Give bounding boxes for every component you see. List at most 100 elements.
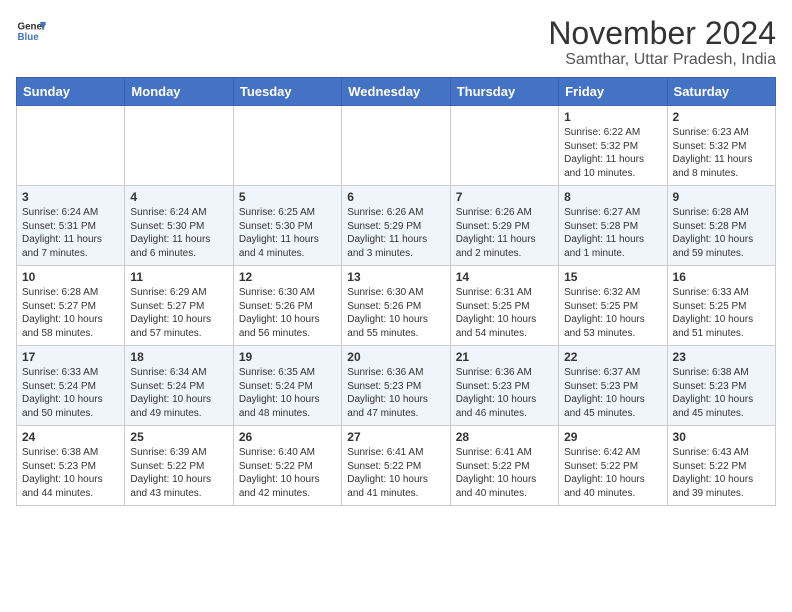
calendar-cell: 8 Sunrise: 6:27 AM Sunset: 5:28 PM Daylig…	[559, 186, 667, 266]
day-info: Sunrise: 6:29 AM Sunset: 5:27 PM Dayligh…	[130, 286, 227, 340]
week-row-2: 3 Sunrise: 6:24 AM Sunset: 5:31 PM Daylig…	[17, 186, 776, 266]
calendar-cell: 26 Sunrise: 6:40 AM Sunset: 5:22 PM Dayli…	[233, 426, 341, 506]
day-number: 3	[22, 190, 119, 204]
day-info: Sunrise: 6:26 AM Sunset: 5:29 PM Dayligh…	[456, 206, 553, 260]
day-info: Sunrise: 6:39 AM Sunset: 5:22 PM Dayligh…	[130, 446, 227, 500]
calendar-cell: 25 Sunrise: 6:39 AM Sunset: 5:22 PM Dayli…	[125, 426, 233, 506]
day-info: Sunrise: 6:42 AM Sunset: 5:22 PM Dayligh…	[564, 446, 661, 500]
weekday-header-sunday: Sunday	[17, 78, 125, 106]
day-info: Sunrise: 6:41 AM Sunset: 5:22 PM Dayligh…	[347, 446, 444, 500]
calendar-cell	[342, 106, 450, 186]
calendar-subtitle: Samthar, Uttar Pradesh, India	[548, 51, 776, 69]
calendar-table: SundayMondayTuesdayWednesdayThursdayFrid…	[16, 77, 776, 506]
day-info: Sunrise: 6:35 AM Sunset: 5:24 PM Dayligh…	[239, 366, 336, 420]
day-info: Sunrise: 6:38 AM Sunset: 5:23 PM Dayligh…	[673, 366, 770, 420]
calendar-cell: 3 Sunrise: 6:24 AM Sunset: 5:31 PM Daylig…	[17, 186, 125, 266]
calendar-cell: 30 Sunrise: 6:43 AM Sunset: 5:22 PM Dayli…	[667, 426, 775, 506]
calendar-cell: 2 Sunrise: 6:23 AM Sunset: 5:32 PM Daylig…	[667, 106, 775, 186]
weekday-header-saturday: Saturday	[667, 78, 775, 106]
day-info: Sunrise: 6:40 AM Sunset: 5:22 PM Dayligh…	[239, 446, 336, 500]
calendar-cell: 17 Sunrise: 6:33 AM Sunset: 5:24 PM Dayli…	[17, 346, 125, 426]
day-info: Sunrise: 6:38 AM Sunset: 5:23 PM Dayligh…	[22, 446, 119, 500]
weekday-header-thursday: Thursday	[450, 78, 558, 106]
calendar-cell: 13 Sunrise: 6:30 AM Sunset: 5:26 PM Dayli…	[342, 266, 450, 346]
day-info: Sunrise: 6:28 AM Sunset: 5:28 PM Dayligh…	[673, 206, 770, 260]
calendar-cell: 11Sunrise: 6:29 AM Sunset: 5:27 PM Dayli…	[125, 266, 233, 346]
day-info: Sunrise: 6:43 AM Sunset: 5:22 PM Dayligh…	[673, 446, 770, 500]
day-number: 29	[564, 430, 661, 444]
day-info: Sunrise: 6:41 AM Sunset: 5:22 PM Dayligh…	[456, 446, 553, 500]
calendar-cell: 29 Sunrise: 6:42 AM Sunset: 5:22 PM Dayli…	[559, 426, 667, 506]
calendar-cell	[233, 106, 341, 186]
day-info: Sunrise: 6:36 AM Sunset: 5:23 PM Dayligh…	[456, 366, 553, 420]
day-number: 15	[564, 270, 661, 284]
day-number: 6	[347, 190, 444, 204]
calendar-title: November 2024	[548, 16, 776, 51]
day-info: Sunrise: 6:33 AM Sunset: 5:25 PM Dayligh…	[673, 286, 770, 340]
day-info: Sunrise: 6:25 AM Sunset: 5:30 PM Dayligh…	[239, 206, 336, 260]
day-info: Sunrise: 6:37 AM Sunset: 5:23 PM Dayligh…	[564, 366, 661, 420]
calendar-cell: 16 Sunrise: 6:33 AM Sunset: 5:25 PM Dayli…	[667, 266, 775, 346]
day-number: 17	[22, 350, 119, 364]
day-number: 19	[239, 350, 336, 364]
day-number: 27	[347, 430, 444, 444]
day-number: 8	[564, 190, 661, 204]
day-number: 18	[130, 350, 227, 364]
calendar-cell: 18Sunrise: 6:34 AM Sunset: 5:24 PM Dayli…	[125, 346, 233, 426]
calendar-cell: 23Sunrise: 6:38 AM Sunset: 5:23 PM Dayli…	[667, 346, 775, 426]
calendar-cell: 28 Sunrise: 6:41 AM Sunset: 5:22 PM Dayli…	[450, 426, 558, 506]
calendar-cell: 10Sunrise: 6:28 AM Sunset: 5:27 PM Dayli…	[17, 266, 125, 346]
day-info: Sunrise: 6:36 AM Sunset: 5:23 PM Dayligh…	[347, 366, 444, 420]
day-number: 1	[564, 110, 661, 124]
day-number: 13	[347, 270, 444, 284]
week-row-3: 10Sunrise: 6:28 AM Sunset: 5:27 PM Dayli…	[17, 266, 776, 346]
calendar-cell: 5 Sunrise: 6:25 AM Sunset: 5:30 PM Daylig…	[233, 186, 341, 266]
day-number: 28	[456, 430, 553, 444]
calendar-cell: 15 Sunrise: 6:32 AM Sunset: 5:25 PM Dayli…	[559, 266, 667, 346]
weekday-header-tuesday: Tuesday	[233, 78, 341, 106]
day-number: 9	[673, 190, 770, 204]
calendar-cell: 20Sunrise: 6:36 AM Sunset: 5:23 PM Dayli…	[342, 346, 450, 426]
calendar-cell: 6 Sunrise: 6:26 AM Sunset: 5:29 PM Daylig…	[342, 186, 450, 266]
day-info: Sunrise: 6:32 AM Sunset: 5:25 PM Dayligh…	[564, 286, 661, 340]
calendar-cell: 22 Sunrise: 6:37 AM Sunset: 5:23 PM Dayli…	[559, 346, 667, 426]
calendar-cell: 27 Sunrise: 6:41 AM Sunset: 5:22 PM Dayli…	[342, 426, 450, 506]
calendar-cell: 1Sunrise: 6:22 AM Sunset: 5:32 PM Daylig…	[559, 106, 667, 186]
day-info: Sunrise: 6:30 AM Sunset: 5:26 PM Dayligh…	[239, 286, 336, 340]
day-number: 16	[673, 270, 770, 284]
week-row-4: 17 Sunrise: 6:33 AM Sunset: 5:24 PM Dayli…	[17, 346, 776, 426]
day-number: 7	[456, 190, 553, 204]
day-number: 5	[239, 190, 336, 204]
day-number: 22	[564, 350, 661, 364]
day-number: 30	[673, 430, 770, 444]
calendar-cell: 9 Sunrise: 6:28 AM Sunset: 5:28 PM Daylig…	[667, 186, 775, 266]
day-info: Sunrise: 6:24 AM Sunset: 5:30 PM Dayligh…	[130, 206, 227, 260]
weekday-header-wednesday: Wednesday	[342, 78, 450, 106]
day-number: 21	[456, 350, 553, 364]
weekday-header-friday: Friday	[559, 78, 667, 106]
calendar-cell	[17, 106, 125, 186]
day-info: Sunrise: 6:23 AM Sunset: 5:32 PM Dayligh…	[673, 126, 770, 180]
day-info: Sunrise: 6:30 AM Sunset: 5:26 PM Dayligh…	[347, 286, 444, 340]
calendar-cell: 7 Sunrise: 6:26 AM Sunset: 5:29 PM Daylig…	[450, 186, 558, 266]
day-info: Sunrise: 6:24 AM Sunset: 5:31 PM Dayligh…	[22, 206, 119, 260]
day-number: 10	[22, 270, 119, 284]
day-info: Sunrise: 6:27 AM Sunset: 5:28 PM Dayligh…	[564, 206, 661, 260]
calendar-cell	[125, 106, 233, 186]
day-number: 4	[130, 190, 227, 204]
calendar-cell: 19 Sunrise: 6:35 AM Sunset: 5:24 PM Dayli…	[233, 346, 341, 426]
day-number: 25	[130, 430, 227, 444]
calendar-cell	[450, 106, 558, 186]
title-section: November 2024 Samthar, Uttar Pradesh, In…	[548, 16, 776, 69]
calendar-cell: 12Sunrise: 6:30 AM Sunset: 5:26 PM Dayli…	[233, 266, 341, 346]
day-number: 26	[239, 430, 336, 444]
week-row-1: 1Sunrise: 6:22 AM Sunset: 5:32 PM Daylig…	[17, 106, 776, 186]
header: General Blue November 2024 Samthar, Utta…	[16, 16, 776, 69]
day-info: Sunrise: 6:31 AM Sunset: 5:25 PM Dayligh…	[456, 286, 553, 340]
week-row-5: 24Sunrise: 6:38 AM Sunset: 5:23 PM Dayli…	[17, 426, 776, 506]
calendar-cell: 24Sunrise: 6:38 AM Sunset: 5:23 PM Dayli…	[17, 426, 125, 506]
day-number: 2	[673, 110, 770, 124]
svg-text:Blue: Blue	[18, 32, 40, 43]
day-info: Sunrise: 6:26 AM Sunset: 5:29 PM Dayligh…	[347, 206, 444, 260]
day-info: Sunrise: 6:33 AM Sunset: 5:24 PM Dayligh…	[22, 366, 119, 420]
